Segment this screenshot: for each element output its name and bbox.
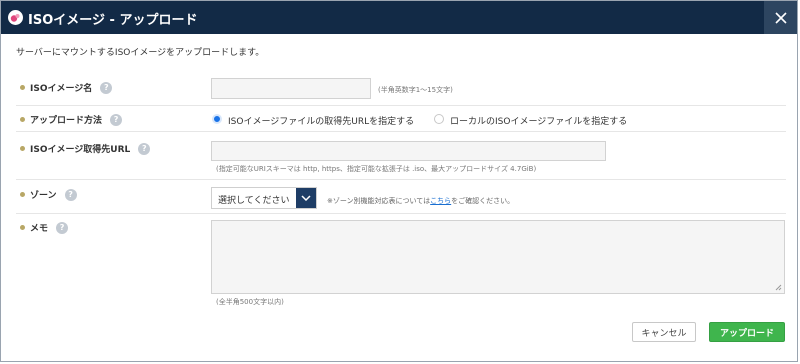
method-row-label: アップロード方法 ? bbox=[20, 113, 123, 126]
resize-grip-icon[interactable] bbox=[775, 284, 782, 291]
divider bbox=[16, 131, 786, 132]
help-icon[interactable]: ? bbox=[64, 188, 77, 201]
help-icon[interactable]: ? bbox=[100, 81, 113, 94]
zone-info-link[interactable]: こちら bbox=[430, 197, 451, 205]
divider bbox=[16, 179, 786, 180]
memo-row-label: メモ ? bbox=[20, 221, 69, 234]
bullet-icon bbox=[20, 85, 25, 90]
memo-hint: (全半角500文字以内) bbox=[216, 298, 284, 306]
intro-text: サーバーにマウントするISOイメージをアップロードします。 bbox=[16, 48, 265, 58]
name-label: ISOイメージ名 bbox=[30, 84, 93, 94]
bullet-icon bbox=[20, 225, 25, 230]
help-icon[interactable]: ? bbox=[110, 113, 123, 126]
url-row-label: ISOイメージ取得先URL ? bbox=[20, 142, 151, 155]
zone-label: ゾーン bbox=[30, 191, 57, 201]
zone-note: ※ゾーン別機能対応表についてはこちらをご確認ください。 bbox=[327, 196, 514, 206]
zone-note-text: ※ゾーン別機能対応表については bbox=[327, 197, 431, 205]
url-hint: (指定可能なURIスキーマは http, https、指定可能な拡張子は .is… bbox=[216, 165, 537, 173]
close-icon bbox=[774, 11, 787, 24]
help-icon[interactable]: ? bbox=[138, 142, 151, 155]
radio-local[interactable] bbox=[434, 114, 444, 124]
zone-select-value: 選択してください bbox=[218, 196, 290, 206]
radio-local-label[interactable]: ローカルのISOイメージファイルを指定する bbox=[450, 114, 627, 127]
iso-name-input[interactable] bbox=[211, 78, 371, 99]
divider bbox=[16, 213, 786, 214]
radio-url[interactable] bbox=[212, 114, 222, 124]
help-icon[interactable]: ? bbox=[56, 221, 69, 234]
name-hint: (半角英数字1～15文字) bbox=[378, 86, 453, 94]
iso-url-input[interactable] bbox=[211, 141, 606, 161]
zone-select[interactable]: 選択してください bbox=[211, 187, 317, 209]
upload-button[interactable]: アップロード bbox=[709, 322, 785, 342]
dropdown-button[interactable] bbox=[296, 188, 316, 208]
bullet-icon bbox=[20, 146, 25, 151]
method-label: アップロード方法 bbox=[30, 116, 103, 126]
name-row-label: ISOイメージ名 ? bbox=[20, 81, 113, 94]
close-button[interactable] bbox=[764, 1, 797, 34]
dialog-titlebar: ISOイメージ - アップロード bbox=[1, 1, 797, 34]
dialog-title: ISOイメージ - アップロード bbox=[28, 13, 198, 28]
bullet-icon bbox=[20, 192, 25, 197]
radio-url-label[interactable]: ISOイメージファイルの取得先URLを指定する bbox=[228, 114, 414, 127]
cancel-button[interactable]: キャンセル bbox=[632, 322, 696, 342]
memo-label: メモ bbox=[30, 224, 49, 234]
iso-upload-dialog: ISOイメージ - アップロード サーバーにマウントするISOイメージをアップロ… bbox=[0, 0, 798, 362]
zone-row-label: ゾーン ? bbox=[20, 188, 77, 201]
url-label: ISOイメージ取得先URL bbox=[30, 145, 131, 155]
app-logo-icon bbox=[8, 10, 23, 25]
bullet-icon bbox=[20, 117, 25, 122]
chevron-down-icon bbox=[301, 195, 311, 201]
divider bbox=[16, 105, 786, 106]
memo-textarea[interactable] bbox=[211, 220, 785, 294]
zone-note-suffix: をご確認ください。 bbox=[451, 197, 515, 205]
